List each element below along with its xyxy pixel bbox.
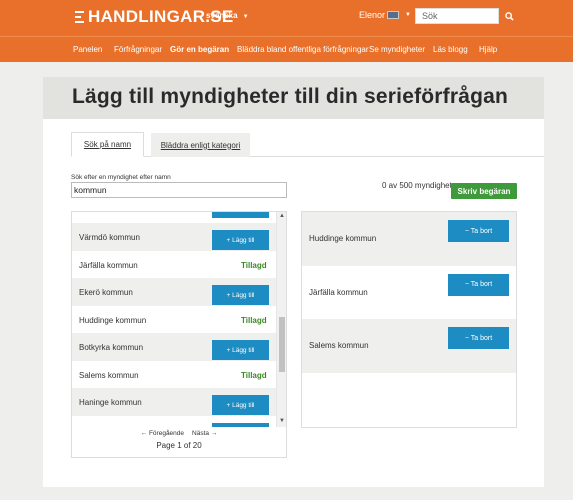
nav-item-se-myndigheter[interactable]: Se myndigheter: [369, 45, 425, 54]
flag-icon: [387, 11, 400, 19]
list-item: Ekerö kommun + Lägg till: [72, 278, 276, 306]
search-icon: [504, 11, 514, 21]
language-selector[interactable]: svenska ▼: [206, 11, 249, 20]
selected-item: Huddinge kommun − Ta bort: [302, 212, 516, 266]
add-button[interactable]: + Lägg till: [212, 395, 269, 415]
selected-item: Salems kommun − Ta bort: [302, 319, 516, 373]
page-info: Page 1 of 20: [156, 441, 202, 450]
remove-button[interactable]: − Ta bort: [448, 220, 509, 242]
added-status: Tillagd: [241, 370, 267, 380]
authority-name: Järfälla kommun: [79, 260, 138, 270]
add-button[interactable]: + Lägg till: [212, 285, 269, 305]
selected-authorities-list: Huddinge kommun − Ta bort Järfälla kommu…: [301, 211, 517, 428]
search-button[interactable]: [501, 8, 517, 24]
list-item: Värmdö kommun + Lägg till: [72, 223, 276, 251]
search-field-label: Sök efter en myndighet efter namn: [71, 174, 171, 181]
language-label: svenska: [206, 11, 238, 20]
remove-button[interactable]: − Ta bort: [448, 273, 509, 296]
chevron-down-icon: ▼: [405, 12, 411, 18]
chevron-down-icon: ▼: [242, 14, 249, 20]
nav-item-forfragningar[interactable]: Förfrågningar: [114, 45, 162, 54]
tab-browse-by-category[interactable]: Bläddra enligt kategori: [151, 133, 250, 157]
add-button[interactable]: + Lägg till: [212, 230, 269, 250]
list-item: Järfälla kommun Tillagd: [72, 251, 276, 279]
authority-name: Järfälla kommun: [309, 287, 368, 297]
list-item: [72, 416, 276, 427]
user-name: Elenor: [359, 10, 386, 20]
search-input[interactable]: [415, 8, 499, 24]
add-button[interactable]: [212, 422, 269, 427]
next-page-link[interactable]: Nästa →: [192, 430, 217, 437]
authority-name: Botkyrka kommun: [79, 343, 144, 352]
authority-name: Huddinge kommun: [309, 234, 377, 243]
tab-search-by-name[interactable]: Sök på namn: [71, 132, 144, 157]
nav-item-las-blogg[interactable]: Läs blogg: [433, 45, 468, 54]
search-results-list[interactable]: Värmdö kommun + Lägg till Järfälla kommu…: [71, 211, 287, 458]
user-menu[interactable]: Elenor ▼: [359, 10, 411, 20]
results-scrollbar[interactable]: ▲ ▼: [276, 212, 286, 427]
selection-count: 0 av 500 myndigheter: [382, 181, 459, 190]
nav-item-gor-en-begaran[interactable]: Gör en begäran: [170, 45, 229, 54]
add-button[interactable]: [212, 212, 269, 218]
nav-item-panelen[interactable]: Panelen: [73, 45, 102, 54]
authority-name: Salems kommun: [79, 370, 139, 380]
added-status: Tillagd: [241, 315, 267, 325]
authority-name: Ekerö kommun: [79, 288, 133, 297]
list-item: Haninge kommun + Lägg till: [72, 388, 276, 416]
top-header: HANDLINGAR.SE svenska ▼ Elenor ▼: [0, 0, 573, 36]
scroll-up-icon[interactable]: ▲: [279, 213, 285, 219]
add-button[interactable]: + Lägg till: [212, 340, 269, 360]
page-title: Lägg till myndigheter till din serieförf…: [72, 85, 509, 108]
main-nav: Panelen Förfrågningar Gör en begäran Blä…: [0, 36, 573, 62]
added-status: Tillagd: [241, 260, 267, 270]
title-band: Lägg till myndigheter till din serieförf…: [43, 77, 544, 119]
list-item: Huddinge kommun Tillagd: [72, 306, 276, 334]
authority-name: Värmdö kommun: [79, 233, 140, 242]
selected-item: Järfälla kommun − Ta bort: [302, 266, 516, 320]
authority-name: Huddinge kommun: [79, 315, 147, 325]
write-request-button[interactable]: Skriv begäran: [451, 183, 517, 199]
list-item: Salems kommun Tillagd: [72, 361, 276, 389]
nav-item-hjalp[interactable]: Hjälp: [479, 45, 497, 54]
main-card: Sök på namn Bläddra enligt kategori Sök …: [43, 119, 544, 487]
previous-page-link[interactable]: ← Föregående: [141, 430, 184, 437]
scrollbar-thumb[interactable]: [279, 317, 285, 372]
remove-button[interactable]: − Ta bort: [448, 327, 509, 349]
authority-name: Salems kommun: [309, 341, 369, 350]
logo-icon: [75, 10, 85, 24]
pagination: ← Föregående Nästa →: [71, 430, 287, 437]
nav-item-bladdra[interactable]: Bläddra bland offentliga förfrågningar: [237, 45, 369, 54]
scroll-down-icon[interactable]: ▼: [279, 418, 285, 424]
list-item: Botkyrka kommun + Lägg till: [72, 333, 276, 361]
authority-search-input[interactable]: [71, 182, 287, 198]
authority-name: Haninge kommun: [79, 398, 142, 407]
